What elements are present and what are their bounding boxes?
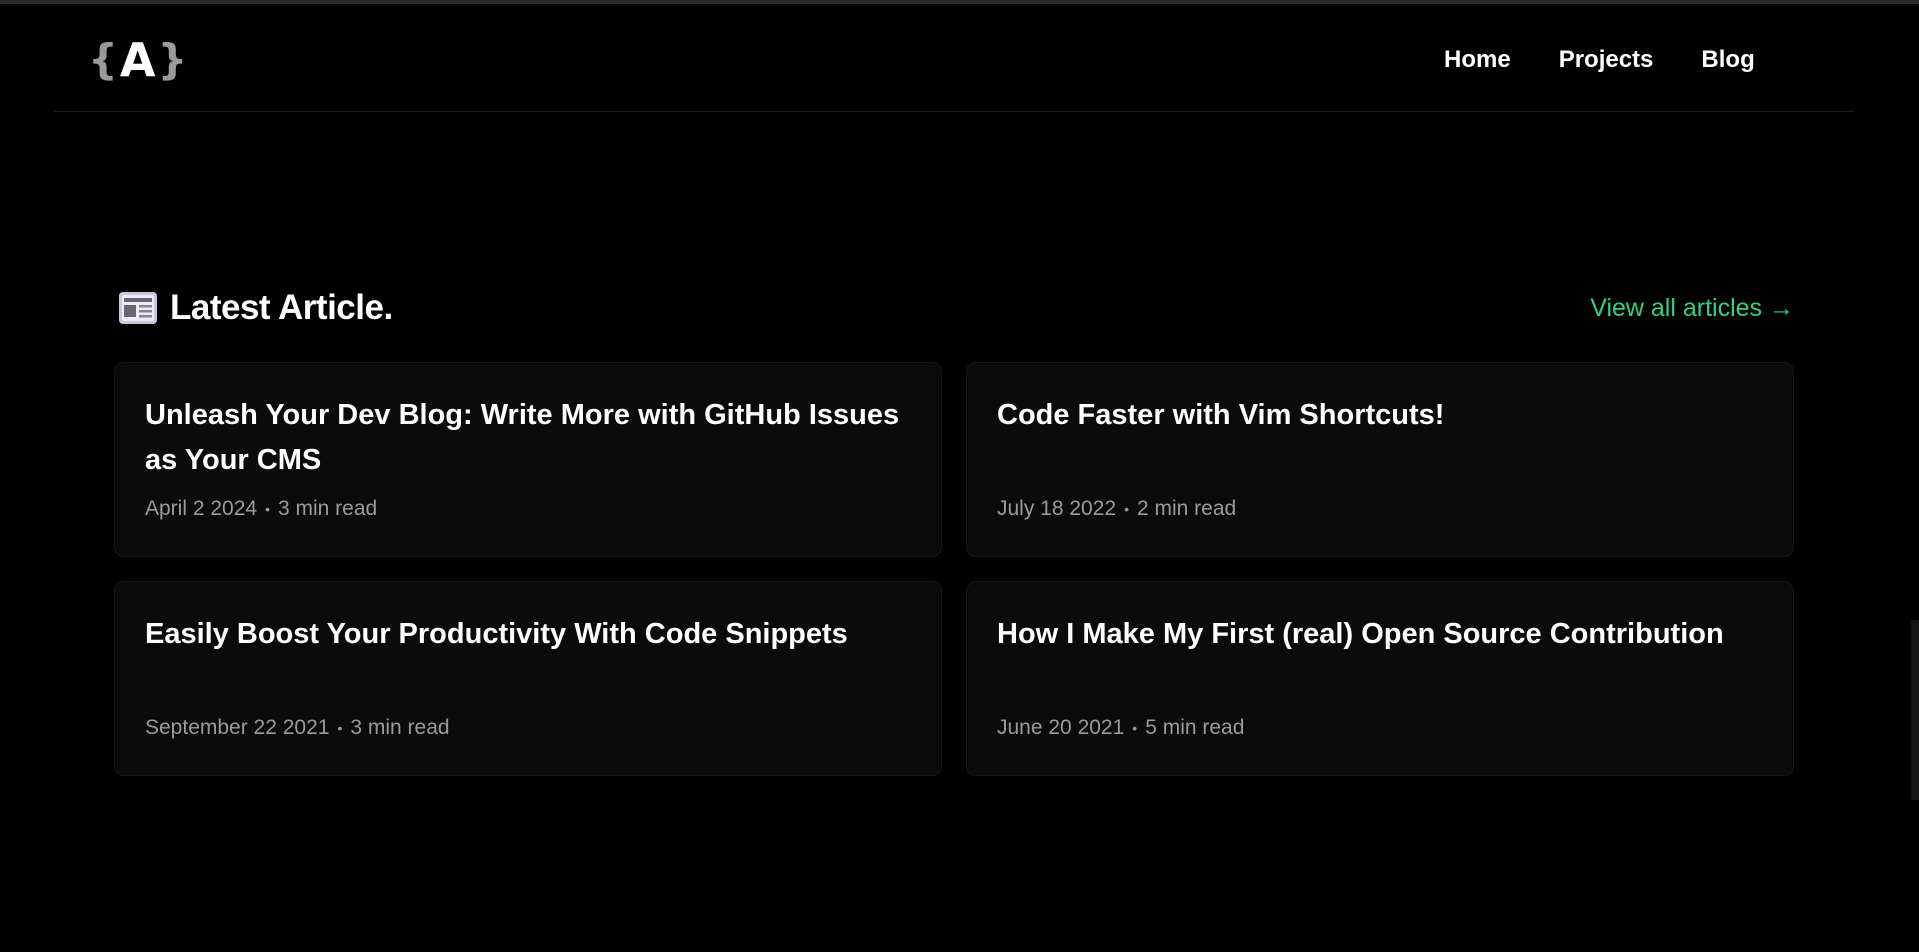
meta-separator-dot: •: [265, 501, 270, 517]
page-scrollbar[interactable]: [1911, 620, 1919, 800]
nav-home-link[interactable]: Home: [1444, 46, 1511, 74]
article-card[interactable]: Unleash Your Dev Blog: Write More with G…: [114, 362, 942, 557]
site-logo[interactable]: { A }: [88, 32, 187, 88]
article-card[interactable]: How I Make My First (real) Open Source C…: [966, 581, 1794, 776]
article-read-time: 5 min read: [1145, 716, 1245, 739]
meta-separator-dot: •: [337, 720, 343, 736]
article-title[interactable]: Easily Boost Your Productivity With Code…: [145, 612, 911, 702]
article-meta: June 20 2021 • 5 min read: [997, 716, 1244, 740]
nav-blog-link[interactable]: Blog: [1701, 46, 1754, 74]
nav-projects-link[interactable]: Projects: [1559, 46, 1654, 74]
article-read-time: 3 min read: [277, 497, 378, 520]
article-meta: April 2 2024 • 3 min read: [145, 497, 377, 521]
article-title[interactable]: Code Faster with Vim Shortcuts!: [997, 393, 1763, 483]
section-title: Latest Article.: [170, 288, 393, 327]
article-card[interactable]: Easily Boost Your Productivity With Code…: [114, 581, 942, 776]
article-date: April 2 2024: [145, 497, 258, 520]
view-all-articles-link[interactable]: View all articles →: [1590, 294, 1794, 323]
logo-brace-close: }: [157, 35, 188, 84]
meta-separator-dot: •: [1124, 501, 1129, 517]
article-meta: July 18 2022 • 2 min read: [997, 497, 1236, 521]
article-read-time: 2 min read: [1137, 497, 1237, 520]
section-title-group: Latest Article.: [118, 288, 393, 328]
main-nav: Home Projects Blog: [1444, 46, 1755, 74]
site-header: { A } Home Projects Blog: [54, 4, 1854, 112]
latest-articles-header: Latest Article. View all articles →: [118, 288, 1794, 338]
article-read-time: 3 min read: [350, 716, 450, 739]
article-date: September 22 2021: [145, 716, 330, 739]
article-date: July 18 2022: [997, 497, 1117, 520]
article-title[interactable]: How I Make My First (real) Open Source C…: [997, 612, 1763, 702]
article-card[interactable]: Code Faster with Vim Shortcuts! July 18 …: [966, 362, 1794, 557]
newspaper-icon: [119, 292, 157, 324]
meta-separator-dot: •: [1132, 720, 1138, 736]
logo-letter: A: [119, 33, 156, 87]
articles-grid: Unleash Your Dev Blog: Write More with G…: [114, 362, 1794, 776]
article-date: June 20 2021: [997, 716, 1125, 739]
article-title[interactable]: Unleash Your Dev Blog: Write More with G…: [145, 393, 911, 483]
logo-brace-open: {: [88, 35, 118, 84]
article-meta: September 22 2021 • 3 min read: [145, 716, 450, 740]
